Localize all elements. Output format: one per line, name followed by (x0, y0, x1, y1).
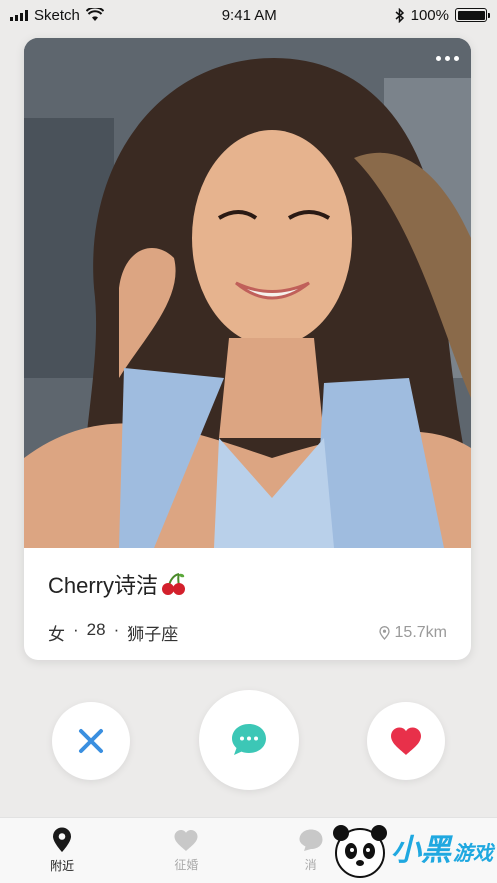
meta-details: 女 · 28 · 狮子座 (48, 620, 178, 645)
distance: 15.7km (378, 623, 447, 642)
status-right: 100% (395, 6, 490, 24)
chat-bubble-icon (232, 724, 266, 755)
age-label: 28 (86, 620, 106, 639)
dislike-button[interactable] (52, 702, 130, 780)
panda-logo-icon (333, 825, 387, 878)
meta-row: 女 · 28 · 狮子座 15.7km (48, 620, 447, 645)
heart-icon (174, 829, 198, 851)
tab-nearby[interactable]: 附近 (22, 827, 102, 874)
wifi-icon (85, 8, 104, 21)
profile-info: Cherry诗洁 女 · 28 · 狮子座 15.7km (24, 548, 471, 660)
battery-icon (455, 8, 490, 22)
close-icon (79, 729, 103, 753)
status-bar: Sketch 9:41 AM 100% (0, 0, 497, 30)
location-pin-icon (378, 625, 390, 640)
tab-label: 征婚 (174, 857, 199, 872)
separator: · (73, 620, 79, 639)
tab-label: 消 (304, 858, 317, 872)
tab-matchmaking[interactable]: 征婚 (146, 829, 226, 873)
cherry-icon (162, 573, 186, 595)
clock: 9:41 AM (221, 6, 277, 24)
bluetooth-icon (395, 7, 404, 23)
portrait-illustration (24, 38, 471, 548)
separator: · (113, 620, 120, 639)
watermark-text: 小黑 (391, 834, 451, 867)
gender-label: 女 (48, 625, 65, 644)
profile-name: Cherry诗洁 (48, 573, 159, 598)
location-pin-icon (53, 827, 72, 852)
heart-icon (391, 727, 421, 755)
more-options-button[interactable] (436, 56, 459, 61)
status-left: Sketch (10, 7, 104, 24)
like-button[interactable] (367, 702, 445, 780)
carrier-label: Sketch (34, 6, 80, 24)
watermark: 小黑 游戏 (331, 821, 493, 881)
profile-card[interactable]: Cherry诗洁 女 · 28 · 狮子座 15.7km (24, 38, 471, 660)
zodiac-label: 狮子座 (127, 625, 179, 644)
profile-photo[interactable] (24, 38, 471, 548)
chat-icon (299, 829, 323, 851)
signal-icon (10, 9, 28, 21)
name-row: Cherry诗洁 (48, 568, 447, 600)
watermark-sub: 游戏 (453, 842, 493, 865)
chat-button[interactable] (199, 690, 299, 790)
tab-label: 附近 (50, 859, 75, 873)
battery-label: 100% (410, 6, 449, 24)
distance-label: 15.7km (394, 623, 447, 641)
